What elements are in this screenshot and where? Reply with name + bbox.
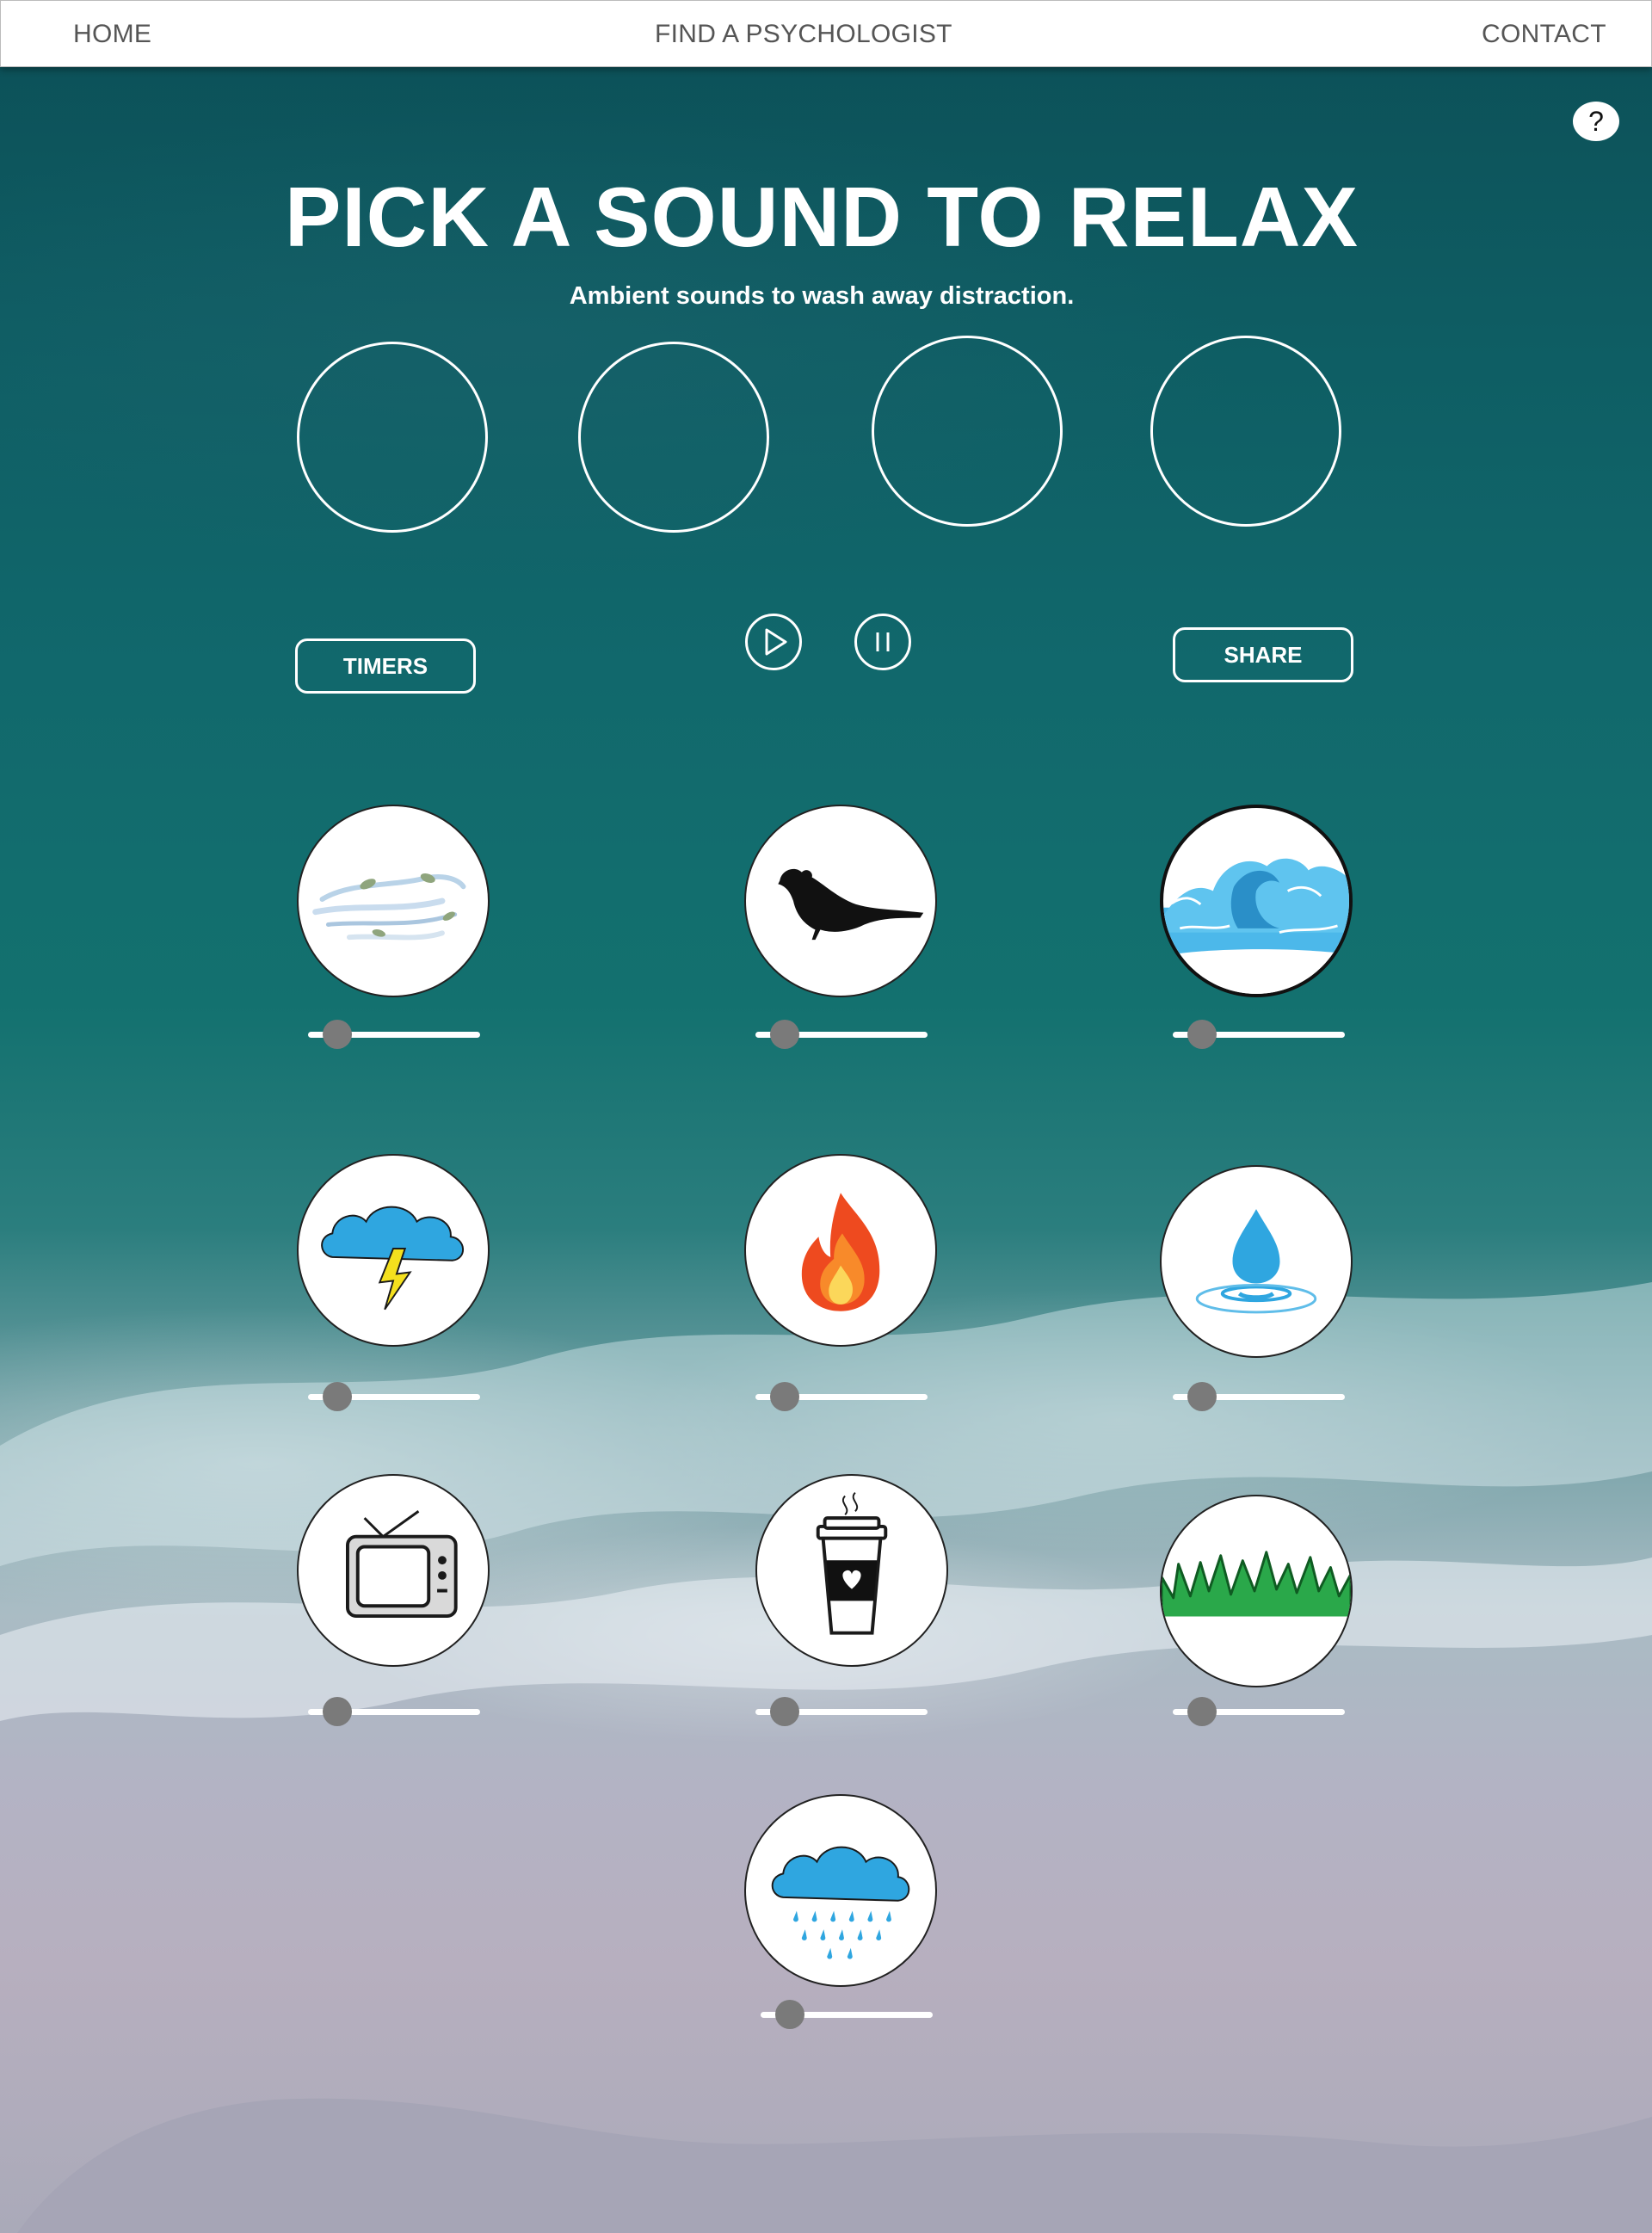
wind-icon bbox=[312, 873, 466, 941]
grass-icon bbox=[1162, 1551, 1351, 1617]
thunderstorm-icon bbox=[321, 1206, 465, 1311]
page-subtitle: Ambient sounds to wash away distraction. bbox=[569, 282, 1075, 310]
sound-water-drop[interactable] bbox=[1160, 1165, 1353, 1358]
volume-slider-wave[interactable] bbox=[1173, 1020, 1345, 1049]
volume-slider-bird[interactable] bbox=[755, 1020, 928, 1049]
play-icon bbox=[765, 628, 787, 656]
sound-bird[interactable] bbox=[744, 805, 937, 997]
pause-icon bbox=[876, 632, 890, 651]
nav-contact-link[interactable]: CONTACT bbox=[1482, 20, 1606, 49]
sound-tv[interactable] bbox=[297, 1474, 490, 1667]
fire-icon bbox=[801, 1193, 880, 1311]
mix-slot-2[interactable] bbox=[578, 342, 769, 533]
volume-slider-thumb[interactable] bbox=[1187, 1382, 1217, 1411]
volume-slider-wind[interactable] bbox=[308, 1020, 480, 1049]
sound-fire[interactable] bbox=[744, 1154, 937, 1347]
water-drop-icon bbox=[1195, 1209, 1317, 1314]
volume-slider-thumb[interactable] bbox=[770, 1020, 799, 1049]
share-button[interactable]: SHARE bbox=[1173, 627, 1353, 682]
volume-slider-water-drop[interactable] bbox=[1173, 1382, 1345, 1411]
help-icon[interactable]: ? bbox=[1573, 102, 1619, 141]
volume-slider-thumb[interactable] bbox=[1187, 1697, 1217, 1726]
rain-icon bbox=[771, 1846, 910, 1959]
sound-thunderstorm[interactable] bbox=[297, 1154, 490, 1347]
volume-slider-thumb[interactable] bbox=[323, 1382, 352, 1411]
pause-button[interactable] bbox=[854, 614, 911, 670]
coffee-cup-icon bbox=[816, 1491, 888, 1635]
sound-coffee[interactable] bbox=[755, 1474, 948, 1667]
sound-wind[interactable] bbox=[297, 805, 490, 997]
mix-slot-3[interactable] bbox=[872, 336, 1063, 527]
wave-icon bbox=[1163, 858, 1349, 994]
volume-slider-thumb[interactable] bbox=[323, 1697, 352, 1726]
tv-icon bbox=[346, 1510, 458, 1618]
volume-slider-coffee[interactable] bbox=[755, 1697, 928, 1726]
volume-slider-tv[interactable] bbox=[308, 1697, 480, 1726]
volume-slider-thumb[interactable] bbox=[770, 1382, 799, 1411]
volume-slider-thunderstorm[interactable] bbox=[308, 1382, 480, 1411]
mix-slot-1[interactable] bbox=[297, 342, 488, 533]
volume-slider-grass[interactable] bbox=[1173, 1697, 1345, 1726]
volume-slider-thumb[interactable] bbox=[775, 2000, 804, 2029]
sound-rain[interactable] bbox=[744, 1794, 937, 1987]
sound-wave[interactable] bbox=[1160, 805, 1353, 997]
top-navbar: HOME FIND A PSYCHOLOGIST CONTACT bbox=[0, 0, 1652, 67]
page-title: PICK A SOUND TO RELAX bbox=[285, 170, 1359, 264]
nav-find-psychologist-link[interactable]: FIND A PSYCHOLOGIST bbox=[655, 20, 952, 49]
bird-icon bbox=[778, 868, 924, 941]
timers-button[interactable]: TIMERS bbox=[295, 638, 476, 694]
volume-slider-thumb[interactable] bbox=[770, 1697, 799, 1726]
mix-slot-4[interactable] bbox=[1150, 336, 1341, 527]
volume-slider-thumb[interactable] bbox=[323, 1020, 352, 1049]
nav-home-link[interactable]: HOME bbox=[73, 20, 151, 49]
volume-slider-thumb[interactable] bbox=[1187, 1020, 1217, 1049]
volume-slider-fire[interactable] bbox=[755, 1382, 928, 1411]
sound-grass[interactable] bbox=[1160, 1495, 1353, 1687]
play-button[interactable] bbox=[745, 614, 802, 670]
volume-slider-rain[interactable] bbox=[761, 2000, 933, 2029]
